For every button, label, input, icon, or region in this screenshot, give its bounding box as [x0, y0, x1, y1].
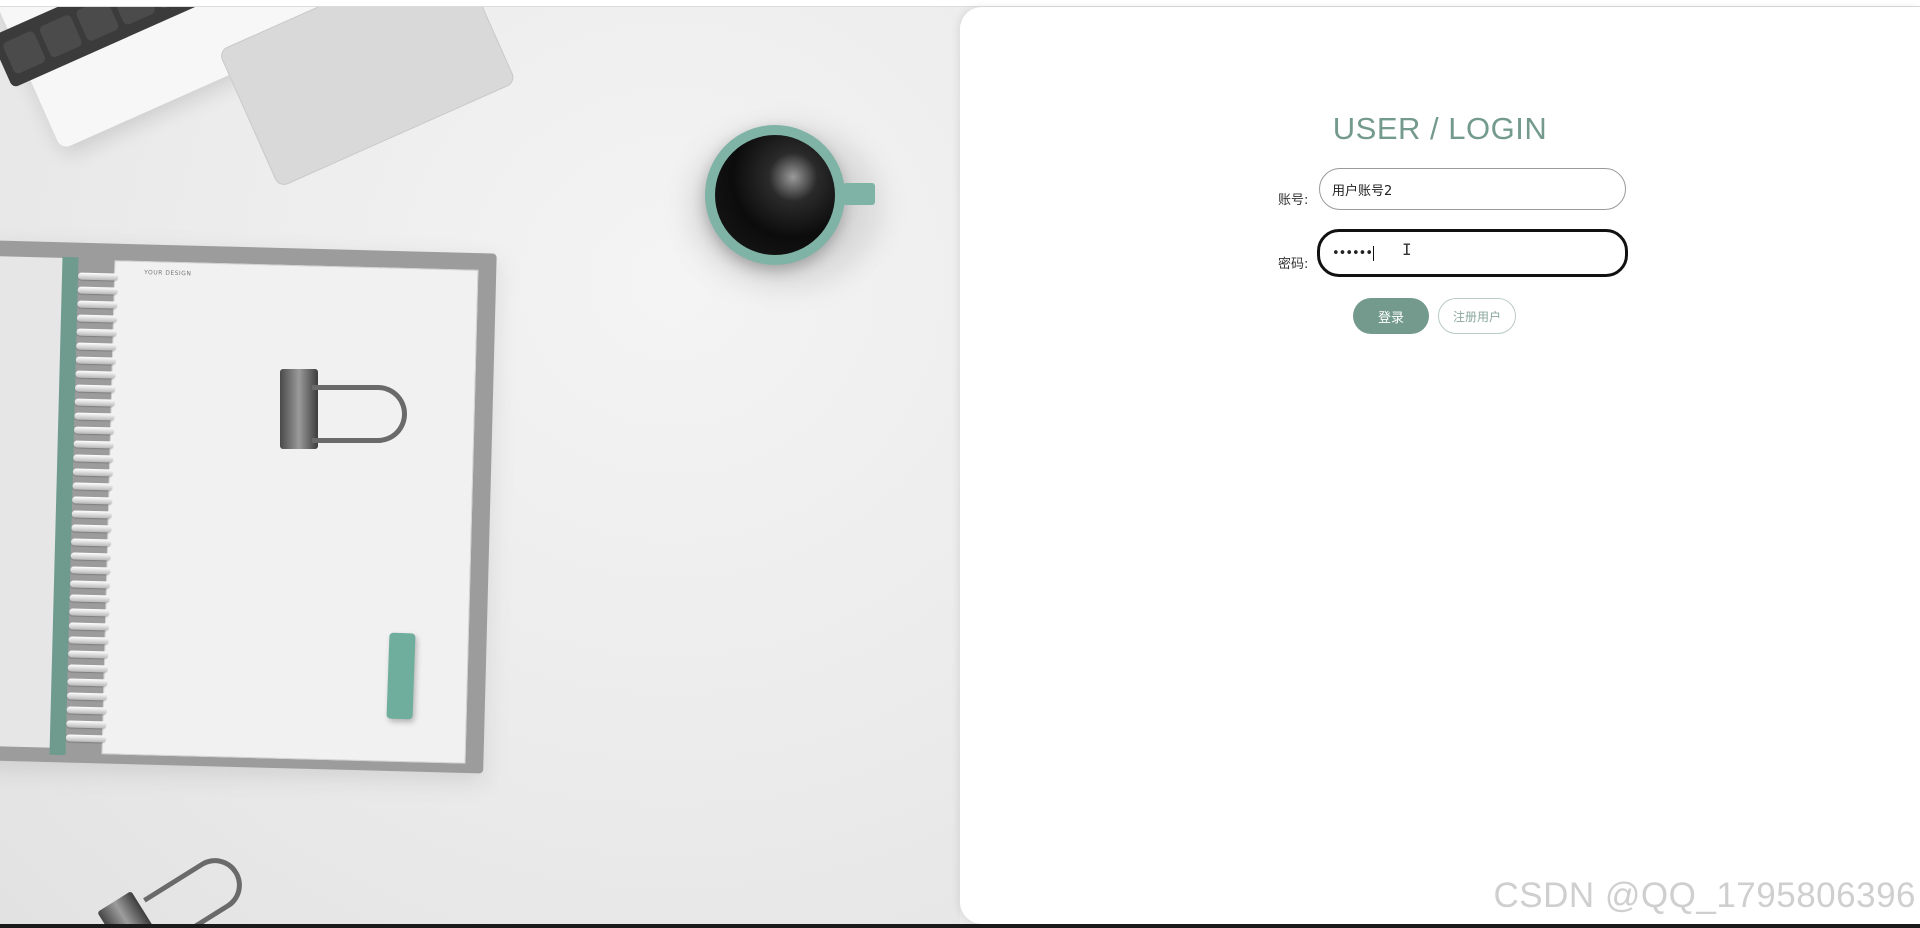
background-desk-image: YOUR DESIGN: [0, 7, 960, 924]
spiral-ring: [77, 272, 119, 281]
spiral-ring: [75, 356, 116, 365]
touchpad-image: [218, 7, 517, 189]
text-cursor-icon: I: [1402, 240, 1412, 259]
login-button[interactable]: 登录: [1353, 298, 1429, 334]
spiral-ring: [76, 342, 117, 351]
login-panel: USER / LOGIN 账号: 用户账号2 密码: •••••• I 登录 注…: [960, 7, 1920, 924]
spiral-ring: [65, 734, 106, 743]
account-input[interactable]: 用户账号2: [1319, 168, 1626, 210]
spiral-ring: [66, 720, 107, 729]
spiral-ring: [73, 440, 114, 449]
spiral-ring: [75, 370, 116, 379]
spiral-ring: [69, 594, 110, 603]
spiral-ring: [73, 454, 114, 463]
top-border: [0, 0, 1920, 7]
spiral-ring: [66, 706, 107, 715]
login-title: USER / LOGIN: [1332, 111, 1548, 146]
account-label: 账号:: [1278, 193, 1309, 208]
spiral-ring: [69, 580, 111, 589]
password-input-value: ••••••: [1332, 245, 1373, 261]
spiral-ring: [77, 286, 118, 295]
spiral-ring: [72, 482, 113, 491]
spiral-ring: [68, 622, 109, 631]
spiral-ring: [68, 636, 109, 645]
spiral-ring: [69, 608, 110, 617]
password-label: 密码:: [1278, 257, 1309, 272]
spiral-ring: [67, 678, 108, 687]
spiral-ring: [77, 300, 118, 309]
register-button[interactable]: 注册用户: [1438, 298, 1516, 334]
spiral-ring: [74, 398, 115, 407]
coffee-cup-image: [705, 125, 875, 265]
spiral-ring: [73, 426, 115, 435]
password-input[interactable]: ••••••: [1317, 229, 1628, 277]
spiral-ring: [76, 328, 117, 337]
spiral-ring: [70, 552, 111, 561]
spiral-ring: [66, 692, 108, 701]
text-caret: [1373, 245, 1375, 261]
spiral-ring: [70, 538, 112, 547]
spiral-ring: [74, 384, 116, 393]
notebook-brand-text: YOUR DESIGN: [144, 269, 192, 278]
spiral-ring: [71, 510, 112, 519]
csdn-watermark: CSDN @QQ_1795806396: [1493, 876, 1916, 915]
bottom-border: [0, 924, 1920, 928]
spiral-ring: [67, 664, 108, 673]
eraser-image: [386, 632, 416, 720]
spiral-ring: [70, 566, 111, 575]
spiral-ring: [71, 524, 112, 533]
spiral-ring: [72, 496, 113, 505]
notebook-page: YOUR DESIGN: [101, 260, 479, 764]
account-input-value: 用户账号2: [1332, 183, 1393, 199]
spiral-ring: [68, 650, 109, 659]
spiral-ring: [72, 468, 113, 477]
spiral-ring: [76, 314, 117, 323]
spiral-ring: [74, 412, 115, 421]
